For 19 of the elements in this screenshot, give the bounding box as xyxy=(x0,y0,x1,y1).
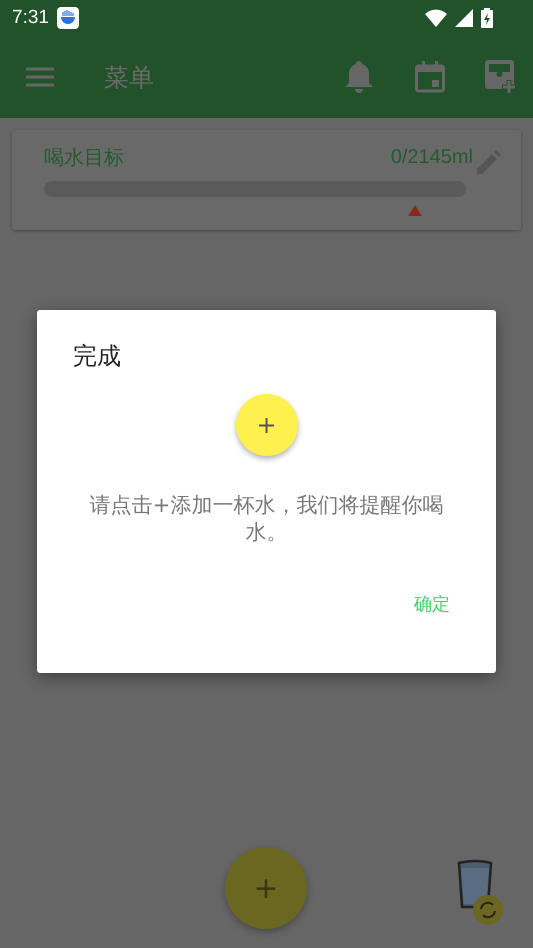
add-water-button[interactable]: + xyxy=(225,847,307,929)
dialog-title: 完成 xyxy=(73,341,121,372)
marker-icon xyxy=(408,205,422,216)
ok-button[interactable]: 确定 xyxy=(408,588,456,620)
dialog-message: 请点击+添加一杯水，我们将提醒你喝水。 xyxy=(88,492,444,546)
signal-icon xyxy=(455,9,473,27)
glass-switch-icon[interactable] xyxy=(456,858,506,926)
toolbar-title: 菜单 xyxy=(104,62,155,94)
wifi-icon xyxy=(425,9,447,27)
bell-icon[interactable] xyxy=(345,61,373,93)
scale-add-icon[interactable] xyxy=(485,60,517,94)
battery-icon xyxy=(481,8,493,28)
status-time: 7:31 xyxy=(12,7,49,29)
add-button[interactable]: + xyxy=(236,394,298,456)
calendar-icon[interactable] xyxy=(415,61,445,93)
goal-title: 喝水目标 xyxy=(44,144,125,171)
menu-icon[interactable] xyxy=(26,67,54,87)
app-notification-icon xyxy=(56,7,79,29)
goal-amount: 0/2145ml xyxy=(390,146,473,169)
